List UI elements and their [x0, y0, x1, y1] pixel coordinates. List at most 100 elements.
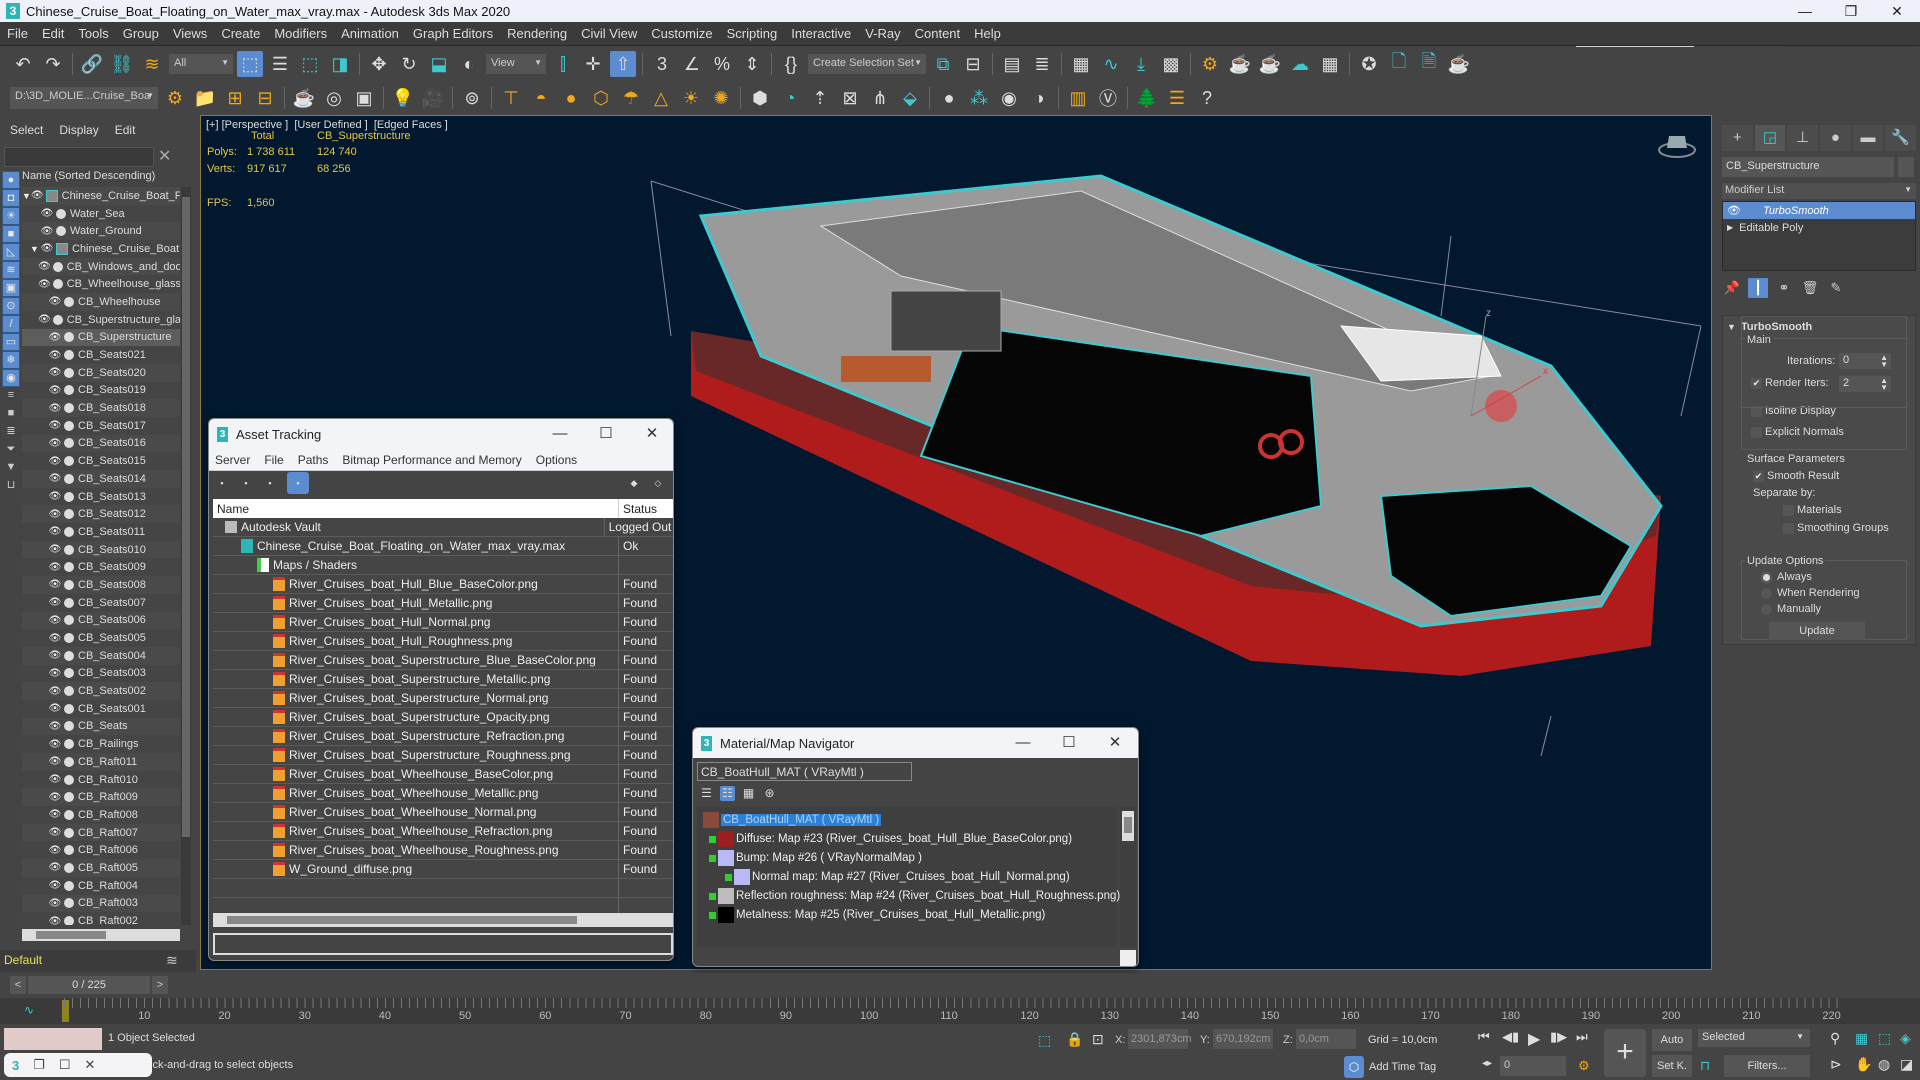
scene-list-item[interactable]: 👁 CB_Seats: [22, 717, 180, 736]
rendered-frame-window-icon[interactable]: ☕: [1227, 51, 1253, 77]
scrollbar-thumb[interactable]: [227, 916, 577, 924]
select-manipulate-icon[interactable]: ✛: [580, 51, 606, 77]
explicit-normals-checkbox[interactable]: [1751, 427, 1762, 438]
filter-helpers-icon[interactable]: ◺: [2, 243, 20, 261]
maxscript-listener[interactable]: [4, 1028, 102, 1050]
scene-list-item[interactable]: 👁 CB_Seats008: [22, 576, 180, 594]
at-menu-bitmap[interactable]: Bitmap Performance and Memory: [342, 453, 521, 467]
visibility-eye-icon[interactable]: 👁: [48, 385, 62, 396]
scene-list-item[interactable]: 👁 Water_Ground: [22, 222, 180, 241]
scene-list-item[interactable]: 👁 CB_Raft002: [22, 912, 180, 925]
field-of-view-icon[interactable]: ⊳: [1830, 1056, 1842, 1073]
vault-login-icon[interactable]: ◆: [627, 476, 641, 490]
visibility-eye-icon[interactable]: 👁: [48, 473, 62, 484]
set-key-icon[interactable]: +: [1604, 1029, 1646, 1077]
vray-sky-icon[interactable]: ✺: [708, 85, 734, 111]
asset-table-row[interactable]: River_Cruises_boat_Wheelhouse_Roughness.…: [213, 841, 673, 860]
asset-table-row[interactable]: River_Cruises_boat_Superstructure_Opacit…: [213, 708, 673, 727]
menu-customize[interactable]: Customize: [644, 26, 719, 41]
previous-key-icon[interactable]: ◀▮: [1502, 1029, 1519, 1045]
visibility-eye-icon[interactable]: 👁: [48, 633, 62, 644]
filter-spacewarps-icon[interactable]: ≋: [2, 261, 20, 279]
place-icon[interactable]: ◐: [456, 51, 482, 77]
update-manually-radio[interactable]: [1761, 604, 1772, 615]
expand-triangle-icon[interactable]: ▶: [1727, 223, 1733, 232]
visibility-eye-icon[interactable]: 👁: [48, 491, 62, 502]
scene-list-item[interactable]: 👁 CB_Seats015: [22, 452, 180, 470]
maximize-button[interactable]: ☐: [1046, 728, 1092, 758]
modifier-list-dropdown[interactable]: Modifier List ▼: [1722, 183, 1916, 199]
pan-view-icon[interactable]: ✋: [1855, 1056, 1872, 1073]
vray-sun-icon[interactable]: ☀: [678, 85, 704, 111]
tab-motion[interactable]: ●: [1820, 125, 1851, 151]
minimize-button[interactable]: —: [537, 419, 583, 449]
vray-mtl-wrapper-icon[interactable]: ◑: [1026, 85, 1052, 111]
visibility-eye-icon[interactable]: 👁: [48, 756, 62, 767]
scene-list-item[interactable]: 👁 CB_Seats004: [22, 646, 180, 665]
asset-table-hscrollbar[interactable]: [213, 913, 673, 927]
menu-edit[interactable]: Edit: [35, 26, 71, 41]
material-map-node[interactable]: Diffuse: Map #23 (River_Cruises_boat_Hul…: [709, 830, 1072, 848]
filter-hidden-icon[interactable]: ◉: [2, 369, 20, 387]
filter-geometry-icon[interactable]: ●: [2, 171, 20, 189]
view-list-icons-icon[interactable]: ☷: [720, 786, 735, 801]
scene-list-item[interactable]: 👁 CB_Raft011: [22, 753, 180, 771]
bitmap-icon[interactable]: ▪: [263, 476, 277, 490]
materials-checkbox[interactable]: [1783, 505, 1794, 516]
project-structure-icon[interactable]: ⊞: [222, 85, 248, 111]
visibility-eye-icon[interactable]: 👁: [48, 774, 62, 785]
rectangular-selection-icon[interactable]: ⬚: [297, 51, 323, 77]
help-icon[interactable]: ?: [1194, 85, 1220, 111]
bind-space-warp-icon[interactable]: ≋: [139, 51, 165, 77]
render-shortcuts-icon[interactable]: ▦: [1317, 51, 1343, 77]
create-selection-set-dropdown[interactable]: Create Selection Set ▼: [808, 54, 926, 74]
scene-list-item[interactable]: 👁 CB_Superstructure_glass: [22, 310, 180, 329]
tab-display[interactable]: ▬: [1852, 125, 1884, 151]
asset-table-row[interactable]: River_Cruises_boat_Superstructure_Blue_B…: [213, 651, 673, 670]
render-production-icon[interactable]: ☕: [1257, 51, 1283, 77]
project-hierarchy-icon[interactable]: ⊟: [252, 85, 278, 111]
asset-table-row[interactable]: W_Ground_diffuse.png Found: [213, 860, 673, 879]
project-path-dropdown[interactable]: D:\3D_MOLIE...Cruise_Boa ▼: [10, 87, 158, 109]
edit-named-selection-icon[interactable]: {}: [778, 51, 804, 77]
scene-list-hscrollbar[interactable]: [22, 929, 180, 941]
vray-grass-icon[interactable]: ⋔: [867, 85, 893, 111]
scene-list-item[interactable]: 👁 CB_Wheelhouse_glass: [22, 275, 180, 294]
material-editor-icon[interactable]: ▩: [1158, 51, 1184, 77]
show-end-result-icon[interactable]: ┃: [1748, 278, 1768, 298]
snaps-toggle-icon[interactable]: 3: [649, 51, 675, 77]
visibility-eye-icon[interactable]: 👁: [48, 686, 62, 697]
material-map-node[interactable]: Bump: Map #26 ( VRayNormalMap ): [709, 849, 922, 867]
visibility-eye-icon[interactable]: 👁: [38, 261, 51, 272]
scene-list-item[interactable]: 👁 CB_Seats018: [22, 399, 180, 417]
maximize-button[interactable]: ☐: [583, 419, 629, 449]
menu-civil-view[interactable]: Civil View: [574, 26, 644, 41]
at-menu-paths[interactable]: Paths: [298, 453, 329, 467]
menu-file[interactable]: File: [0, 26, 35, 41]
schematic-view-icon[interactable]: ⤓: [1128, 51, 1154, 77]
time-configuration-icon[interactable]: ⚙: [1578, 1058, 1590, 1074]
asset-table-row[interactable]: River_Cruises_boat_Superstructure_Roughn…: [213, 746, 673, 765]
menu-create[interactable]: Create: [214, 26, 267, 41]
next-frame-button[interactable]: >: [152, 976, 168, 994]
visibility-eye-icon[interactable]: 👁: [48, 562, 62, 573]
layer-stack-icon[interactable]: ≋: [166, 952, 178, 969]
asset-table-row[interactable]: Chinese_Cruise_Boat_Floating_on_Water_ma…: [213, 537, 673, 556]
visibility-eye-icon[interactable]: 👁: [48, 650, 62, 661]
asset-table-row[interactable]: Autodesk Vault Logged Out: [213, 518, 673, 537]
visibility-eye-icon[interactable]: 👁: [48, 739, 62, 750]
close-button[interactable]: ✕: [1092, 728, 1138, 758]
project-settings-icon[interactable]: ⚙: [162, 85, 188, 111]
curve-editor-icon[interactable]: ∿: [1098, 51, 1124, 77]
scene-list-item[interactable]: 👁 CB_Seats002: [22, 682, 180, 700]
vray-plane-icon[interactable]: ◔: [777, 85, 803, 111]
menu-vray[interactable]: V-Ray: [858, 26, 907, 41]
tab-modify[interactable]: ◲: [1754, 125, 1786, 151]
current-layer[interactable]: Default: [4, 953, 42, 967]
visibility-eye-icon[interactable]: 👁: [48, 456, 62, 467]
align-icon[interactable]: ⊟: [960, 51, 986, 77]
scene-list-item[interactable]: 👁 CB_Seats017: [22, 416, 180, 435]
teapot-icon[interactable]: ☕: [291, 85, 317, 111]
pivot-center-icon[interactable]: ⫿: [550, 51, 576, 77]
vault-logout-icon[interactable]: ◇: [651, 476, 665, 490]
